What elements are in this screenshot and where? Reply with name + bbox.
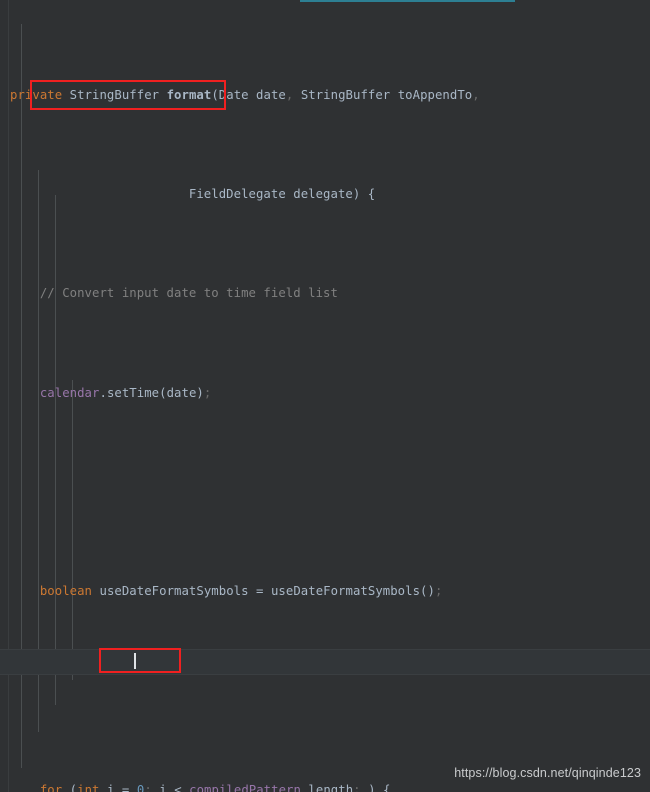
code-editor[interactable]: private StringBuffer format(Date date, S…: [0, 0, 650, 792]
code-line-5[interactable]: [0, 480, 650, 505]
top-accent-bar: [300, 0, 515, 2]
code-line-2[interactable]: FieldDelegate delegate) {: [0, 182, 650, 207]
watermark-url: https://blog.csdn.net/qinqinde123: [454, 766, 641, 780]
code-line-6[interactable]: boolean useDateFormatSymbols = useDateFo…: [0, 579, 650, 604]
text-caret: [134, 653, 136, 669]
code-content[interactable]: private StringBuffer format(Date date, S…: [0, 8, 650, 792]
code-line-1[interactable]: private StringBuffer format(Date date, S…: [0, 83, 650, 108]
code-line-4[interactable]: calendar.setTime(date);: [0, 381, 650, 406]
code-line-3[interactable]: // Convert input date to time field list: [0, 281, 650, 306]
code-line-8[interactable]: for (int i = 0; i < compiledPattern.leng…: [0, 778, 650, 792]
code-line-7[interactable]: [0, 679, 650, 704]
